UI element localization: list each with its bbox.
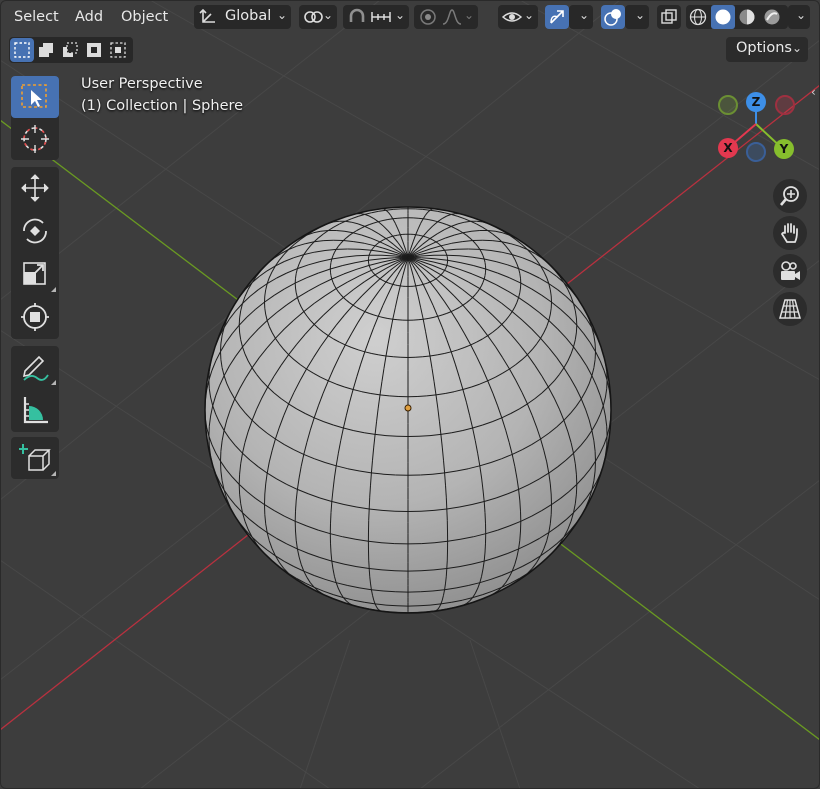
tool-annotate[interactable] bbox=[11, 346, 59, 388]
toolbar-group-add bbox=[11, 437, 59, 479]
add-cube-icon bbox=[19, 444, 51, 471]
chevron-down-icon: ⌄ bbox=[791, 41, 802, 55]
eye-icon bbox=[501, 12, 523, 22]
chevron-down-icon: ⌄ bbox=[634, 8, 645, 22]
toolbar-group-annotate bbox=[11, 346, 59, 432]
select-intersect-button[interactable] bbox=[106, 38, 130, 62]
tool-add-cube[interactable] bbox=[11, 437, 59, 479]
rotate-icon bbox=[23, 218, 47, 244]
rendered-shading-icon[interactable] bbox=[763, 8, 781, 26]
hand-pan-icon bbox=[780, 223, 798, 243]
toolbar-group-transform bbox=[11, 167, 59, 339]
viewport-3d[interactable] bbox=[0, 0, 820, 789]
tool-variants-indicator bbox=[51, 287, 56, 292]
gizmo-neg-z[interactable] bbox=[746, 142, 766, 162]
svg-text:‹: ‹ bbox=[811, 85, 816, 99]
transform-icon bbox=[21, 303, 49, 331]
select-extend-icon bbox=[39, 43, 53, 57]
select-new-button[interactable] bbox=[10, 38, 34, 62]
solid-shading-button[interactable] bbox=[711, 5, 735, 29]
orientation-label: Global bbox=[225, 8, 272, 24]
chevron-down-icon: ⌄ bbox=[523, 8, 534, 22]
xray-toggle[interactable] bbox=[657, 5, 681, 29]
shading-dropdown[interactable]: ⌄ bbox=[788, 5, 810, 29]
select-invert-button[interactable] bbox=[82, 38, 106, 62]
perspective-toggle-button[interactable] bbox=[773, 292, 807, 326]
pivot-link-icon bbox=[304, 11, 323, 23]
cursor-icon bbox=[21, 125, 49, 153]
tool-move[interactable] bbox=[11, 167, 59, 209]
chevron-down-icon: ⌄ bbox=[276, 8, 287, 22]
selection-mode-group bbox=[9, 37, 133, 63]
select-invert-icon bbox=[87, 43, 101, 57]
zoom-view-button[interactable] bbox=[773, 179, 807, 213]
gizmo-x-axis[interactable]: X bbox=[718, 138, 738, 158]
select-subtract-button[interactable] bbox=[58, 38, 82, 62]
menu-select[interactable]: Select bbox=[10, 6, 63, 28]
chevron-down-icon[interactable]: ⌄ bbox=[464, 8, 474, 22]
tool-transform[interactable] bbox=[11, 296, 59, 338]
gizmo-neg-x[interactable] bbox=[775, 95, 795, 115]
zoom-magnifier-icon bbox=[780, 186, 799, 206]
collection-object-text: (1) Collection | Sphere bbox=[81, 98, 244, 114]
measure-ruler-icon bbox=[23, 397, 48, 424]
show-overlays-toggle[interactable] bbox=[601, 5, 625, 29]
gizmo-neg-y[interactable] bbox=[718, 95, 738, 115]
tool-rotate[interactable] bbox=[11, 210, 59, 252]
visibility-dropdown[interactable]: ⌄ bbox=[498, 5, 538, 29]
pivot-point-dropdown[interactable]: ⌄ bbox=[299, 5, 337, 29]
menu-add[interactable]: Add bbox=[71, 6, 107, 28]
select-new-icon bbox=[14, 42, 30, 58]
transform-orientation-dropdown[interactable]: Global ⌄ bbox=[194, 5, 291, 29]
show-gizmo-toggle[interactable] bbox=[545, 5, 569, 29]
perspective-grid-icon bbox=[779, 299, 801, 319]
menu-object[interactable]: Object bbox=[117, 6, 172, 28]
move-icon bbox=[21, 174, 49, 202]
chevron-down-icon: ⌄ bbox=[795, 8, 806, 22]
snap-increment-icon[interactable] bbox=[370, 9, 392, 25]
falloff-curve-icon[interactable] bbox=[441, 8, 463, 26]
object-origin bbox=[404, 404, 412, 412]
orientation-axes-icon bbox=[199, 8, 215, 23]
chevron-down-icon[interactable]: ⌄ bbox=[395, 8, 405, 22]
magnet-icon[interactable] bbox=[347, 8, 367, 26]
proportional-editing-group: ⌄ bbox=[414, 5, 478, 29]
gizmo-icon bbox=[550, 10, 564, 24]
solid-shading-icon bbox=[715, 9, 731, 25]
snapping-group: ⌄ bbox=[343, 5, 409, 29]
camera-icon bbox=[781, 261, 800, 280]
gizmo-dropdown[interactable]: ⌄ bbox=[569, 5, 593, 29]
options-dropdown[interactable]: Options ⌄ bbox=[726, 37, 808, 62]
tool-measure[interactable] bbox=[11, 389, 59, 431]
gizmo-y-axis[interactable]: Y bbox=[774, 139, 794, 159]
options-label: Options bbox=[736, 40, 792, 56]
tool-variants-indicator bbox=[51, 380, 56, 385]
scale-icon bbox=[23, 262, 46, 285]
view-name-text: User Perspective bbox=[81, 76, 203, 92]
gizmo-z-axis[interactable]: Z bbox=[746, 92, 766, 112]
sphere-mesh[interactable] bbox=[204, 206, 612, 614]
tool-select-box[interactable] bbox=[11, 76, 59, 118]
chevron-down-icon: ⌄ bbox=[322, 8, 333, 22]
toolbar-group-select bbox=[11, 76, 59, 160]
tool-scale[interactable] bbox=[11, 253, 59, 295]
overlays-icon bbox=[604, 9, 621, 26]
proportional-edit-icon[interactable] bbox=[418, 8, 438, 26]
select-subtract-icon bbox=[63, 42, 78, 57]
material-preview-icon[interactable] bbox=[738, 8, 756, 26]
shading-mode-group bbox=[686, 5, 788, 29]
chevron-down-icon: ⌄ bbox=[578, 8, 589, 22]
select-intersect-icon bbox=[110, 42, 126, 58]
tool-variants-indicator bbox=[51, 471, 56, 476]
tool-cursor[interactable] bbox=[11, 118, 59, 160]
overlays-dropdown[interactable]: ⌄ bbox=[625, 5, 649, 29]
wireframe-shading-icon[interactable] bbox=[689, 8, 707, 26]
camera-view-button[interactable] bbox=[773, 254, 807, 288]
select-extend-button[interactable] bbox=[34, 38, 58, 62]
pan-view-button[interactable] bbox=[773, 216, 807, 250]
xray-icon bbox=[661, 9, 677, 24]
annotate-pencil-icon bbox=[22, 355, 49, 381]
viewport-header: Select Add Object Global ⌄ ⌄ ⌄ ⌄ ⌄ ⌄ ⌄ ⌄ bbox=[0, 0, 820, 34]
select-box-icon bbox=[21, 84, 47, 108]
